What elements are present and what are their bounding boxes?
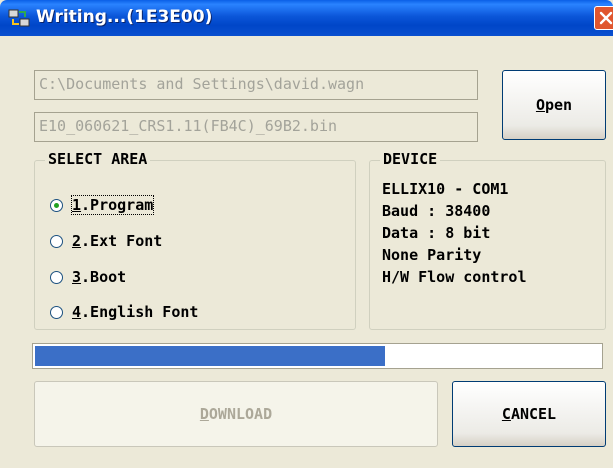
radio-button[interactable] (50, 234, 63, 248)
path-field-value: C:\Documents and Settings\david.wagn (39, 75, 365, 93)
device-port: ELLIX10 - COM1 (382, 180, 509, 198)
open-button[interactable]: Open (502, 70, 606, 140)
radio-ext-font[interactable]: 2.Ext Font (50, 229, 162, 253)
dialog-window: Writing...(1E3E00) C:\Documents and Sett… (0, 0, 613, 468)
radio-button[interactable] (50, 305, 63, 319)
radio-boot-label: 3.Boot (72, 268, 127, 286)
radio-ext-font-label: 2.Ext Font (72, 232, 163, 250)
radio-program-label: 1.Program (70, 195, 155, 215)
open-button-mnemonic: O (535, 96, 545, 114)
radio-button[interactable] (50, 270, 63, 284)
select-area-title: SELECT AREA (45, 150, 151, 168)
radio-button[interactable] (50, 198, 63, 212)
device-baud: Baud : 38400 (382, 202, 491, 220)
progress-bar (32, 343, 603, 369)
close-button[interactable] (594, 6, 613, 30)
radio-english-font-label: 4.English Font (72, 303, 199, 321)
radio-english-font[interactable]: 4.English Font (50, 300, 198, 324)
radio-program[interactable]: 1.Program (50, 193, 155, 217)
window-title: Writing...(1E3E00) (36, 7, 213, 27)
close-icon (599, 11, 613, 25)
download-button[interactable]: DOWNLOAD (34, 381, 438, 447)
file-field[interactable]: E10_060621_CRS1.11(FB4C)_69B2.bin (34, 112, 478, 142)
download-button-mnemonic: D (199, 405, 209, 423)
path-field[interactable]: C:\Documents and Settings\david.wagn (34, 70, 478, 100)
progress-fill (35, 346, 386, 366)
device-parity: None Parity (382, 246, 482, 264)
open-button-label: pen (544, 96, 573, 114)
device-flow-control: H/W Flow control (382, 268, 527, 286)
transfer-app-icon (8, 7, 30, 29)
title-bar[interactable]: Writing...(1E3E00) (0, 0, 613, 36)
cancel-button-mnemonic: C (501, 405, 511, 423)
cancel-button-label: ANCEL (510, 405, 557, 423)
radio-boot[interactable]: 3.Boot (50, 265, 126, 289)
download-button-label: OWNLOAD (208, 405, 273, 423)
file-field-value: E10_060621_CRS1.11(FB4C)_69B2.bin (39, 117, 338, 135)
cancel-button[interactable]: CANCEL (452, 381, 606, 447)
device-title: DEVICE (380, 150, 441, 168)
device-data-bits: Data : 8 bit (382, 224, 491, 242)
